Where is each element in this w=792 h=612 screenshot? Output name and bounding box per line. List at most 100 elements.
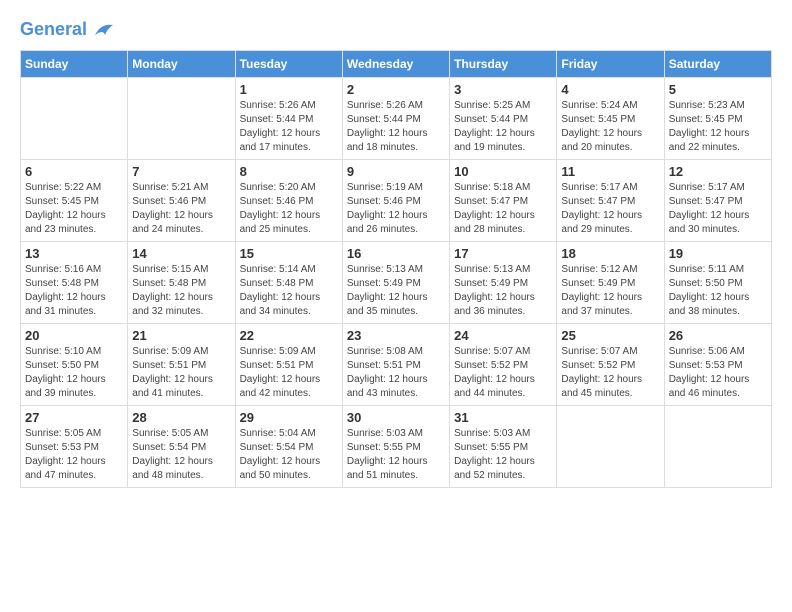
calendar-cell: 9 Sunrise: 5:19 AMSunset: 5:46 PMDaylight… [342, 159, 449, 241]
calendar-cell: 14 Sunrise: 5:15 AMSunset: 5:48 PMDayligh… [128, 241, 235, 323]
calendar-cell: 19 Sunrise: 5:11 AMSunset: 5:50 PMDayligh… [664, 241, 771, 323]
day-info: Sunrise: 5:05 AMSunset: 5:54 PMDaylight:… [132, 427, 230, 483]
day-info: Sunrise: 5:22 AMSunset: 5:45 PMDaylight:… [25, 181, 123, 237]
calendar-cell: 8 Sunrise: 5:20 AMSunset: 5:46 PMDaylight… [235, 159, 342, 241]
day-number: 4 [561, 82, 659, 97]
day-number: 18 [561, 246, 659, 261]
day-number: 15 [240, 246, 338, 261]
week-row-2: 6 Sunrise: 5:22 AMSunset: 5:45 PMDaylight… [21, 159, 772, 241]
day-number: 20 [25, 328, 123, 343]
calendar-cell: 22Sunrise: 5:09 AMSunset: 5:51 PMDayligh… [235, 323, 342, 405]
day-info: Sunrise: 5:13 AMSunset: 5:49 PMDaylight:… [347, 263, 445, 319]
page-header: General [20, 20, 772, 40]
calendar-cell [557, 405, 664, 487]
calendar-cell: 27 Sunrise: 5:05 AMSunset: 5:53 PMDayligh… [21, 405, 128, 487]
calendar-cell: 3Sunrise: 5:25 AMSunset: 5:44 PMDaylight… [450, 77, 557, 159]
calendar-cell: 23Sunrise: 5:08 AMSunset: 5:51 PMDayligh… [342, 323, 449, 405]
calendar-cell: 13 Sunrise: 5:16 AMSunset: 5:48 PMDayligh… [21, 241, 128, 323]
day-number: 24 [454, 328, 552, 343]
day-number: 25 [561, 328, 659, 343]
calendar-cell: 29 Sunrise: 5:04 AMSunset: 5:54 PMDayligh… [235, 405, 342, 487]
calendar-cell: 10 Sunrise: 5:18 AMSunset: 5:47 PMDayligh… [450, 159, 557, 241]
day-number: 16 [347, 246, 445, 261]
day-info: Sunrise: 5:21 AMSunset: 5:46 PMDaylight:… [132, 181, 230, 237]
calendar-cell: 18 Sunrise: 5:12 AMSunset: 5:49 PMDayligh… [557, 241, 664, 323]
day-info: Sunrise: 5:17 AMSunset: 5:47 PMDaylight:… [669, 181, 767, 237]
day-number: 10 [454, 164, 552, 179]
day-info: Sunrise: 5:26 AMSunset: 5:44 PMDaylight:… [347, 99, 445, 155]
day-info: Sunrise: 5:13 AMSunset: 5:49 PMDaylight:… [454, 263, 552, 319]
calendar-cell: 6 Sunrise: 5:22 AMSunset: 5:45 PMDaylight… [21, 159, 128, 241]
day-header-wednesday: Wednesday [342, 50, 449, 77]
day-info: Sunrise: 5:05 AMSunset: 5:53 PMDaylight:… [25, 427, 123, 483]
calendar-cell: 7 Sunrise: 5:21 AMSunset: 5:46 PMDaylight… [128, 159, 235, 241]
day-info: Sunrise: 5:24 AMSunset: 5:45 PMDaylight:… [561, 99, 659, 155]
week-row-1: 1 Sunrise: 5:26 AMSunset: 5:44 PMDaylight… [21, 77, 772, 159]
day-info: Sunrise: 5:19 AMSunset: 5:46 PMDaylight:… [347, 181, 445, 237]
day-info: Sunrise: 5:10 AMSunset: 5:50 PMDaylight:… [25, 345, 123, 401]
day-number: 7 [132, 164, 230, 179]
day-number: 8 [240, 164, 338, 179]
day-info: Sunrise: 5:03 AMSunset: 5:55 PMDaylight:… [454, 427, 552, 483]
day-info: Sunrise: 5:09 AMSunset: 5:51 PMDaylight:… [240, 345, 338, 401]
calendar-cell: 25 Sunrise: 5:07 AMSunset: 5:52 PMDayligh… [557, 323, 664, 405]
calendar-cell: 12 Sunrise: 5:17 AMSunset: 5:47 PMDayligh… [664, 159, 771, 241]
calendar-cell: 4 Sunrise: 5:24 AMSunset: 5:45 PMDaylight… [557, 77, 664, 159]
day-info: Sunrise: 5:26 AMSunset: 5:44 PMDaylight:… [240, 99, 338, 155]
day-info: Sunrise: 5:07 AMSunset: 5:52 PMDaylight:… [454, 345, 552, 401]
week-row-3: 13 Sunrise: 5:16 AMSunset: 5:48 PMDayligh… [21, 241, 772, 323]
day-info: Sunrise: 5:04 AMSunset: 5:54 PMDaylight:… [240, 427, 338, 483]
day-number: 13 [25, 246, 123, 261]
calendar-header-row: SundayMondayTuesdayWednesdayThursdayFrid… [21, 50, 772, 77]
day-number: 9 [347, 164, 445, 179]
calendar-cell: 16 Sunrise: 5:13 AMSunset: 5:49 PMDayligh… [342, 241, 449, 323]
calendar-cell: 20 Sunrise: 5:10 AMSunset: 5:50 PMDayligh… [21, 323, 128, 405]
day-number: 19 [669, 246, 767, 261]
calendar-cell [21, 77, 128, 159]
day-info: Sunrise: 5:20 AMSunset: 5:46 PMDaylight:… [240, 181, 338, 237]
calendar-cell [128, 77, 235, 159]
day-number: 29 [240, 410, 338, 425]
day-info: Sunrise: 5:12 AMSunset: 5:49 PMDaylight:… [561, 263, 659, 319]
day-number: 12 [669, 164, 767, 179]
calendar-cell: 28 Sunrise: 5:05 AMSunset: 5:54 PMDayligh… [128, 405, 235, 487]
day-header-sunday: Sunday [21, 50, 128, 77]
day-info: Sunrise: 5:06 AMSunset: 5:53 PMDaylight:… [669, 345, 767, 401]
calendar-cell: 24 Sunrise: 5:07 AMSunset: 5:52 PMDayligh… [450, 323, 557, 405]
calendar-cell: 15 Sunrise: 5:14 AMSunset: 5:48 PMDayligh… [235, 241, 342, 323]
day-header-saturday: Saturday [664, 50, 771, 77]
calendar-cell: 21 Sunrise: 5:09 AMSunset: 5:51 PMDayligh… [128, 323, 235, 405]
day-number: 31 [454, 410, 552, 425]
day-info: Sunrise: 5:07 AMSunset: 5:52 PMDaylight:… [561, 345, 659, 401]
day-number: 21 [132, 328, 230, 343]
day-info: Sunrise: 5:14 AMSunset: 5:48 PMDaylight:… [240, 263, 338, 319]
day-info: Sunrise: 5:17 AMSunset: 5:47 PMDaylight:… [561, 181, 659, 237]
logo-text: General [20, 20, 116, 40]
day-info: Sunrise: 5:18 AMSunset: 5:47 PMDaylight:… [454, 181, 552, 237]
day-number: 28 [132, 410, 230, 425]
calendar-cell: 1 Sunrise: 5:26 AMSunset: 5:44 PMDaylight… [235, 77, 342, 159]
day-info: Sunrise: 5:03 AMSunset: 5:55 PMDaylight:… [347, 427, 445, 483]
day-header-thursday: Thursday [450, 50, 557, 77]
day-number: 2 [347, 82, 445, 97]
calendar-cell [664, 405, 771, 487]
calendar-cell: 30Sunrise: 5:03 AMSunset: 5:55 PMDayligh… [342, 405, 449, 487]
day-header-monday: Monday [128, 50, 235, 77]
day-info: Sunrise: 5:23 AMSunset: 5:45 PMDaylight:… [669, 99, 767, 155]
day-number: 17 [454, 246, 552, 261]
day-info: Sunrise: 5:11 AMSunset: 5:50 PMDaylight:… [669, 263, 767, 319]
day-number: 27 [25, 410, 123, 425]
day-number: 14 [132, 246, 230, 261]
logo-bird-icon [93, 21, 115, 39]
day-info: Sunrise: 5:16 AMSunset: 5:48 PMDaylight:… [25, 263, 123, 319]
day-info: Sunrise: 5:09 AMSunset: 5:51 PMDaylight:… [132, 345, 230, 401]
week-row-4: 20 Sunrise: 5:10 AMSunset: 5:50 PMDayligh… [21, 323, 772, 405]
day-info: Sunrise: 5:15 AMSunset: 5:48 PMDaylight:… [132, 263, 230, 319]
day-info: Sunrise: 5:08 AMSunset: 5:51 PMDaylight:… [347, 345, 445, 401]
calendar-table: SundayMondayTuesdayWednesdayThursdayFrid… [20, 50, 772, 488]
calendar-cell: 26Sunrise: 5:06 AMSunset: 5:53 PMDayligh… [664, 323, 771, 405]
day-number: 1 [240, 82, 338, 97]
day-number: 6 [25, 164, 123, 179]
calendar-cell: 17 Sunrise: 5:13 AMSunset: 5:49 PMDayligh… [450, 241, 557, 323]
day-number: 3 [454, 82, 552, 97]
